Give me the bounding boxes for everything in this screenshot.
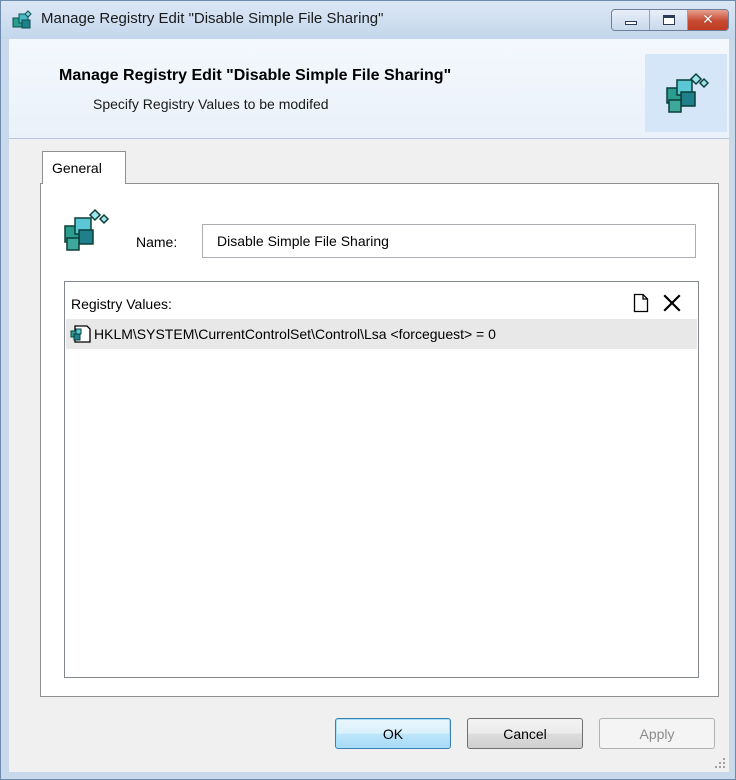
header-banner: Manage Registry Edit "Disable Simple Fil… [9, 39, 729, 139]
registry-app-icon [12, 10, 32, 29]
name-input[interactable] [202, 224, 696, 258]
resize-grip-icon[interactable] [713, 756, 727, 770]
header-icon-panel [645, 54, 727, 132]
maximize-button[interactable] [650, 10, 688, 30]
apply-button[interactable]: Apply [599, 718, 715, 749]
header-subtitle: Specify Registry Values to be modifed [93, 96, 329, 112]
caption-buttons: ✕ [611, 9, 729, 31]
registry-value-icon [70, 325, 91, 343]
close-button[interactable]: ✕ [688, 10, 728, 30]
minimize-icon [624, 21, 637, 25]
dialog-body: General Name: Registry Values: [9, 139, 729, 772]
name-label: Name: [136, 234, 178, 250]
close-icon: ✕ [702, 12, 714, 28]
header-title: Manage Registry Edit "Disable Simple Fil… [59, 67, 452, 84]
ok-button[interactable]: OK [335, 718, 451, 749]
registry-item-icon [64, 208, 110, 251]
general-tab-panel: Name: Registry Values: [40, 183, 719, 697]
registry-value-row[interactable]: HKLM\SYSTEM\CurrentControlSet\Control\Ls… [66, 319, 697, 349]
new-registry-value-button[interactable] [629, 290, 653, 316]
registry-values-label: Registry Values: [71, 296, 172, 312]
registry-values-list[interactable]: Registry Values: HKLM\SYSTEM\CurrentCont… [64, 281, 699, 678]
delete-icon [663, 294, 681, 312]
dialog-window: Manage Registry Edit "Disable Simple Fil… [0, 0, 736, 780]
new-document-icon [633, 293, 649, 313]
cancel-button[interactable]: Cancel [467, 718, 583, 749]
window-title: Manage Registry Edit "Disable Simple Fil… [41, 10, 384, 27]
minimize-button[interactable] [612, 10, 650, 30]
title-bar[interactable]: Manage Registry Edit "Disable Simple Fil… [1, 1, 735, 39]
maximize-icon [662, 15, 675, 25]
registry-blocks-icon [666, 72, 709, 113]
delete-registry-value-button[interactable] [660, 290, 684, 316]
tab-general[interactable]: General [42, 151, 126, 184]
registry-value-text: HKLM\SYSTEM\CurrentControlSet\Control\Ls… [94, 326, 496, 342]
